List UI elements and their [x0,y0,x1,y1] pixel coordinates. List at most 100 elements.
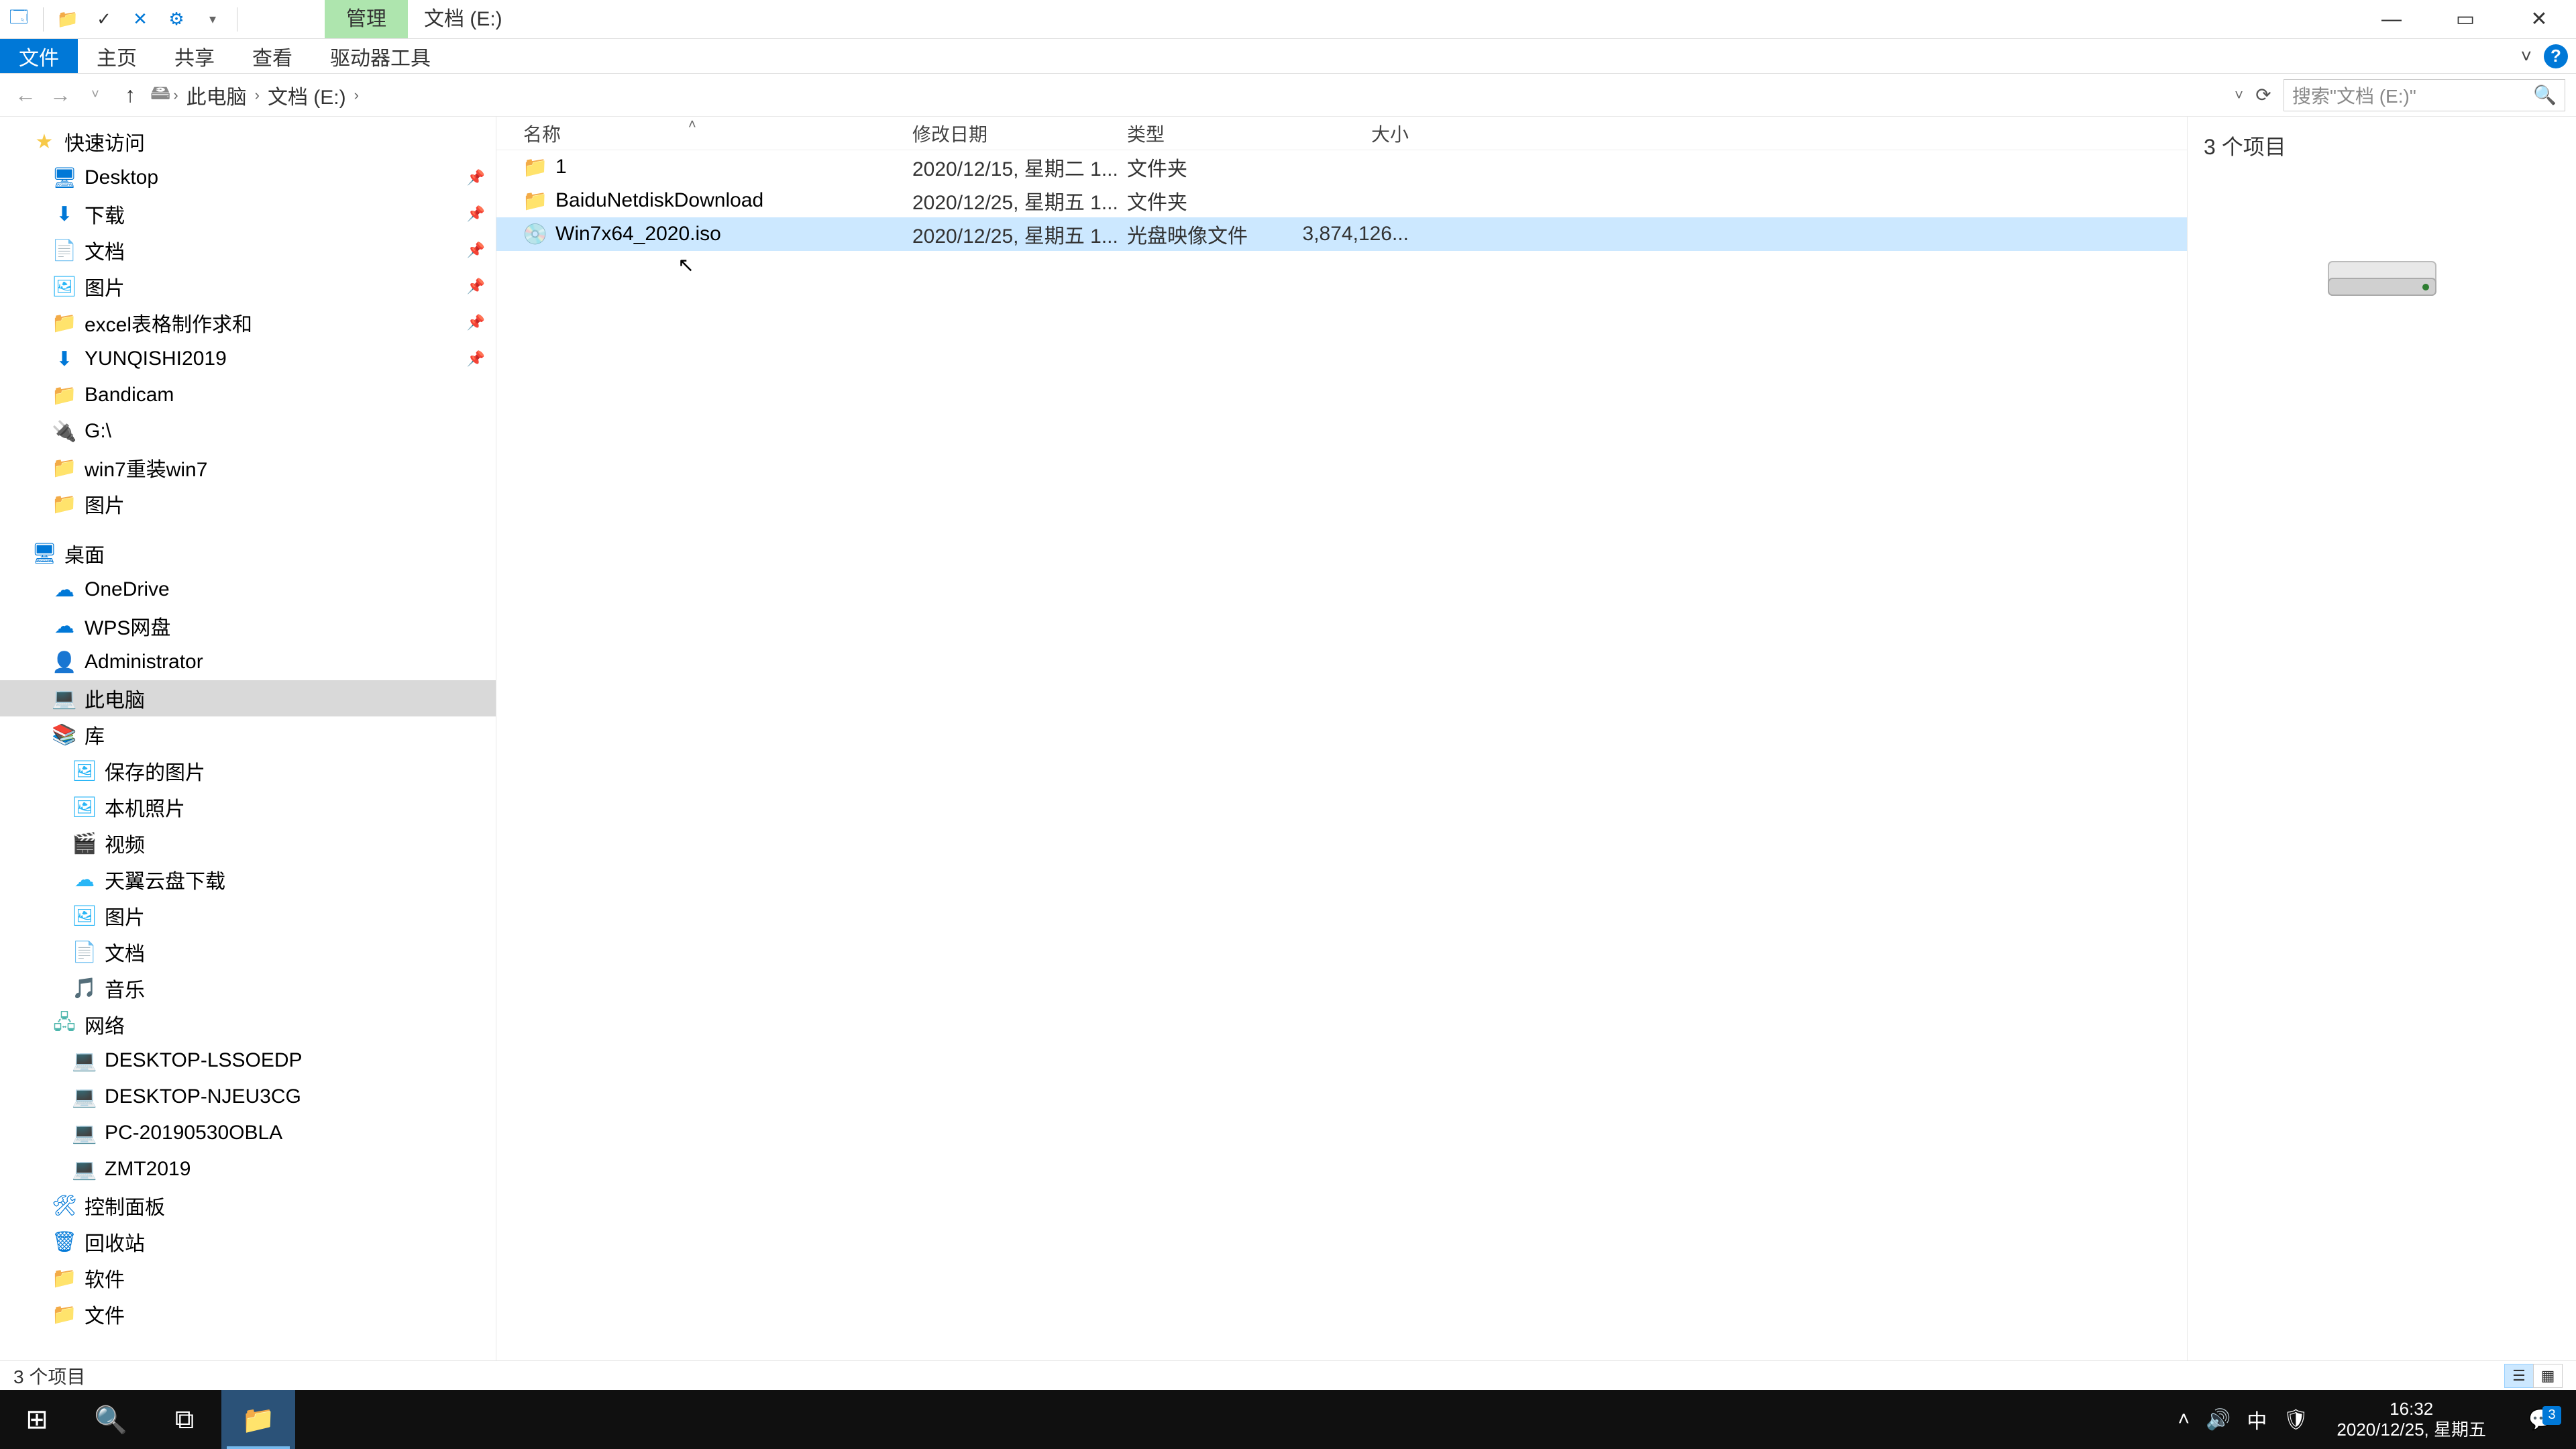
label: YUNQISHI2019 [85,347,227,370]
tree-documents[interactable]: 📄文档📌 [0,232,496,268]
task-view-button[interactable]: ⧉ [148,1390,221,1449]
tab-home[interactable]: 主页 [78,39,156,73]
explorer-taskbar-button[interactable]: 📁 [221,1390,295,1449]
back-button[interactable]: ← [11,80,40,110]
tree-desktop-root[interactable]: 🖥桌面 [0,535,496,572]
preview-item-count: 3 个项目 [2204,130,2560,161]
column-date[interactable]: 修改日期 [912,120,1127,147]
view-details-button[interactable]: ☰ [2504,1364,2534,1388]
label: Desktop [85,166,158,189]
pin-icon: 📌 [467,350,485,368]
file-row[interactable]: 📁12020/12/15, 星期二 1...文件夹 [496,150,2187,184]
tree-pc1[interactable]: 💻DESKTOP-LSSOEDP [0,1042,496,1079]
volume-icon[interactable]: 🔊 [2206,1408,2231,1432]
tree-lib-pics[interactable]: 🖼图片 [0,898,496,934]
tab-file[interactable]: 文件 [0,39,78,73]
pin-icon: 📌 [467,241,485,259]
history-dropdown-icon[interactable]: ˅ [80,80,110,110]
label: 库 [85,720,105,749]
breadcrumb[interactable]: 🖴 › 此电脑 › 文档 (E:) › ˅ [150,78,2243,113]
tree-downloads[interactable]: ⬇下载📌 [0,196,496,232]
navigation-tree[interactable]: ★快速访问 🖥Desktop📌 ⬇下载📌 📄文档📌 🖼图片📌 📁excel表格制… [0,117,496,1360]
tree-saved-pics[interactable]: 🖼保存的图片 [0,753,496,789]
tree-onedrive[interactable]: ☁OneDrive [0,572,496,608]
close-qat-icon[interactable]: ✕ [125,5,155,34]
tree-gdrive[interactable]: 🔌G:\ [0,413,496,449]
tree-bandicam[interactable]: 📁Bandicam [0,377,496,413]
tree-excel[interactable]: 📁excel表格制作求和📌 [0,305,496,341]
tree-win7[interactable]: 📁win7重装win7 [0,449,496,486]
tab-share[interactable]: 共享 [156,39,233,73]
maximize-button[interactable]: ▭ [2428,0,2502,38]
chevron-down-icon[interactable]: ˅ [2235,87,2243,104]
chevron-right-icon[interactable]: › [255,87,260,104]
ime-icon[interactable]: 中 [2247,1405,2267,1434]
tree-network[interactable]: 🖧网络 [0,1006,496,1042]
column-size[interactable]: 大小 [1301,120,1409,147]
breadcrumb-drive[interactable]: 文档 (E:) [262,78,352,113]
file-name: 1 [555,156,912,178]
file-type: 文件夹 [1127,186,1301,215]
up-button[interactable]: ↑ [115,80,145,110]
chevron-right-icon[interactable]: › [173,87,178,104]
tree-desktop[interactable]: 🖥Desktop📌 [0,160,496,196]
close-button[interactable]: ✕ [2502,0,2576,38]
tree-admin[interactable]: 👤Administrator [0,644,496,680]
tree-lib-docs[interactable]: 📄文档 [0,934,496,970]
label: 视频 [105,828,145,858]
preview-pane: 3 个项目 [2187,117,2576,1360]
tree-recycle[interactable]: 🗑回收站 [0,1224,496,1260]
file-row[interactable]: 💿Win7x64_2020.iso2020/12/25, 星期五 1...光盘映… [496,217,2187,251]
main-area: ★快速访问 🖥Desktop📌 ⬇下载📌 📄文档📌 🖼图片📌 📁excel表格制… [0,117,2576,1360]
check-icon[interactable]: ✓ [89,5,119,34]
file-name: BaiduNetdiskDownload [555,189,912,212]
clock-date: 2020/12/25, 星期五 [2337,1419,2486,1440]
tree-pc2[interactable]: 💻DESKTOP-NJEU3CG [0,1079,496,1115]
file-date: 2020/12/15, 星期二 1... [912,152,1127,182]
tree-tianyi[interactable]: ☁天翼云盘下载 [0,861,496,898]
help-icon[interactable]: ? [2544,44,2568,68]
security-icon[interactable]: 🛡 [2283,1408,2308,1432]
label: 此电脑 [85,684,145,713]
tree-pictures[interactable]: 🖼图片📌 [0,268,496,305]
file-row[interactable]: 📁BaiduNetdiskDownload2020/12/25, 星期五 1..… [496,184,2187,217]
action-center-button[interactable]: 💬 3 [2514,1408,2568,1432]
view-icons-button[interactable]: ▦ [2533,1364,2563,1388]
refresh-button[interactable]: ⟳ [2249,84,2278,106]
forward-button[interactable]: → [46,80,75,110]
context-tab-manage[interactable]: 管理 [325,0,408,38]
clock[interactable]: 16:32 2020/12/25, 星期五 [2324,1399,2498,1440]
search-input[interactable]: 搜索"文档 (E:)" 🔍 [2284,79,2565,111]
tree-pc4[interactable]: 💻ZMT2019 [0,1151,496,1187]
tree-pc3[interactable]: 💻PC-20190530OBLA [0,1115,496,1151]
minimize-button[interactable]: — [2355,0,2428,38]
start-button[interactable]: ⊞ [0,1390,74,1449]
search-button[interactable]: 🔍 [74,1390,148,1449]
tray-overflow-icon[interactable]: ˄ [2178,1408,2190,1431]
tab-drive-tools[interactable]: 驱动器工具 [311,39,449,73]
column-name[interactable]: 名称˄ [523,120,912,147]
tree-videos[interactable]: 🎬视频 [0,825,496,861]
tree-libraries[interactable]: 📚库 [0,716,496,753]
tree-yunqishi[interactable]: ⬇YUNQISHI2019📌 [0,341,496,377]
tree-quick-access[interactable]: ★快速访问 [0,123,496,160]
tree-thispc[interactable]: 💻此电脑 [0,680,496,716]
qat-dropdown-icon[interactable]: ▾ [198,5,227,34]
chevron-right-icon[interactable]: › [354,87,359,104]
file-type: 文件夹 [1127,152,1301,182]
settings-icon[interactable]: ⚙ [162,5,191,34]
tree-wps[interactable]: ☁WPS网盘 [0,608,496,644]
column-type[interactable]: 类型 [1127,120,1301,147]
ribbon-collapse-icon[interactable]: ˅ [2521,46,2532,67]
label: 文档 [85,235,125,265]
folder-icon[interactable]: 📁 [53,5,83,34]
tree-control-panel[interactable]: 🛠控制面板 [0,1187,496,1224]
status-bar: 3 个项目 ☰ ▦ [0,1360,2576,1390]
tree-software[interactable]: 📁软件 [0,1260,496,1296]
tab-view[interactable]: 查看 [233,39,311,73]
tree-music[interactable]: 🎵音乐 [0,970,496,1006]
breadcrumb-thispc[interactable]: 此电脑 [181,78,252,113]
tree-camera-roll[interactable]: 🖼本机照片 [0,789,496,825]
tree-files[interactable]: 📁文件 [0,1296,496,1332]
tree-pictures2[interactable]: 📁图片 [0,486,496,522]
